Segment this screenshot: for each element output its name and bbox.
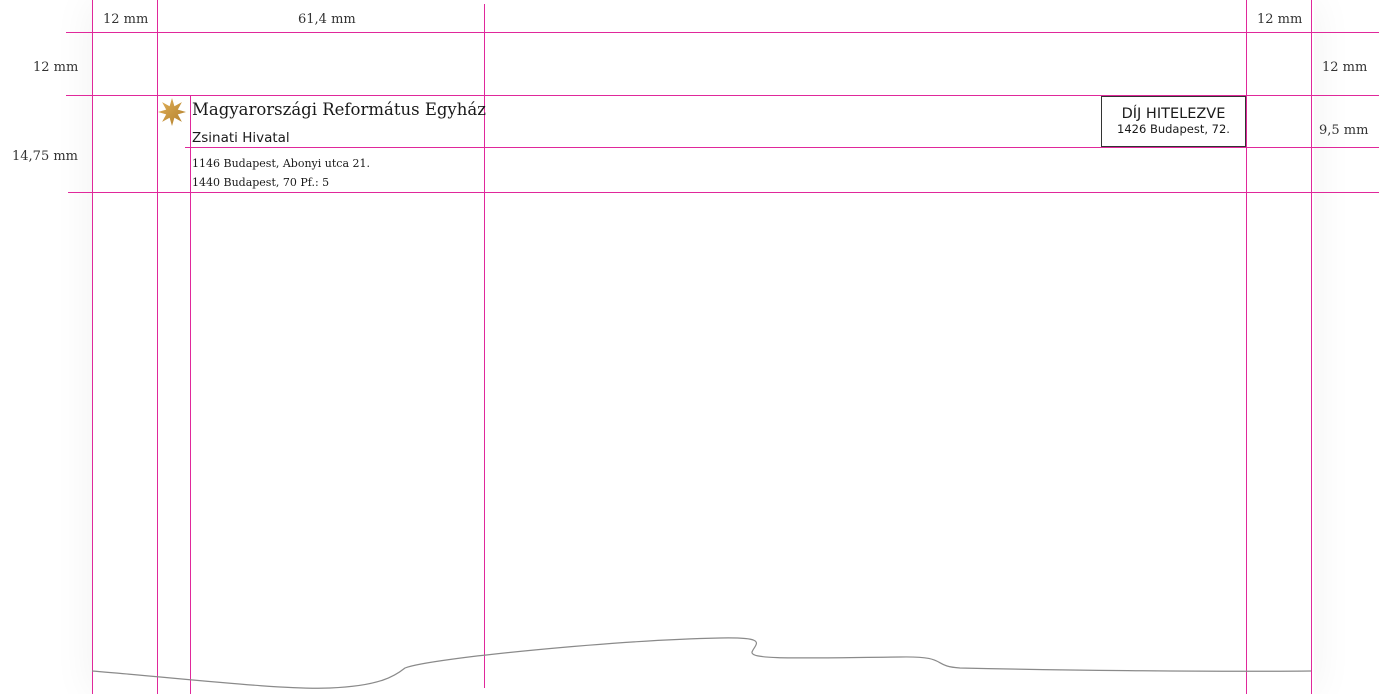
postage-title: DÍJ HITELEZVE: [1121, 106, 1226, 122]
guide-top-edge: [66, 32, 1379, 33]
dim-top-margin: 12 mm: [33, 60, 79, 75]
guide-header-bottom: [68, 192, 1379, 193]
guide-right-edge: [1311, 0, 1312, 694]
envelope-layout: 12 mm 61,4 mm 12 mm 12 mm 12 mm 14,75 mm…: [0, 0, 1379, 694]
dim-header-height: 14,75 mm: [12, 149, 79, 164]
address-line-2: 1440 Budapest, 70 Pf.: 5: [192, 176, 330, 189]
guide-left-edge: [92, 0, 93, 694]
guide-stamp-bottom: [185, 147, 1379, 148]
postage-stamp-box: DÍJ HITELEZVE 1426 Budapest, 72.: [1101, 96, 1246, 147]
torn-edge-outline: [91, 637, 1312, 689]
guide-right-margin: [1246, 0, 1247, 694]
dim-stamp-height: 9,5 mm: [1319, 123, 1369, 138]
dim-logo-width: 61,4 mm: [298, 12, 356, 27]
organization-name: Magyarországi Református Egyház: [192, 100, 486, 119]
dim-left-margin: 12 mm: [103, 12, 149, 27]
department-name: Zsinati Hivatal: [192, 130, 290, 146]
dim-top-margin-right: 12 mm: [1322, 60, 1368, 75]
guide-text-start: [190, 96, 191, 694]
star-icon: [158, 98, 186, 126]
address-line-1: 1146 Budapest, Abonyi utca 21.: [192, 157, 371, 170]
postage-subtitle: 1426 Budapest, 72.: [1117, 122, 1230, 136]
dim-right-margin: 12 mm: [1257, 12, 1303, 27]
